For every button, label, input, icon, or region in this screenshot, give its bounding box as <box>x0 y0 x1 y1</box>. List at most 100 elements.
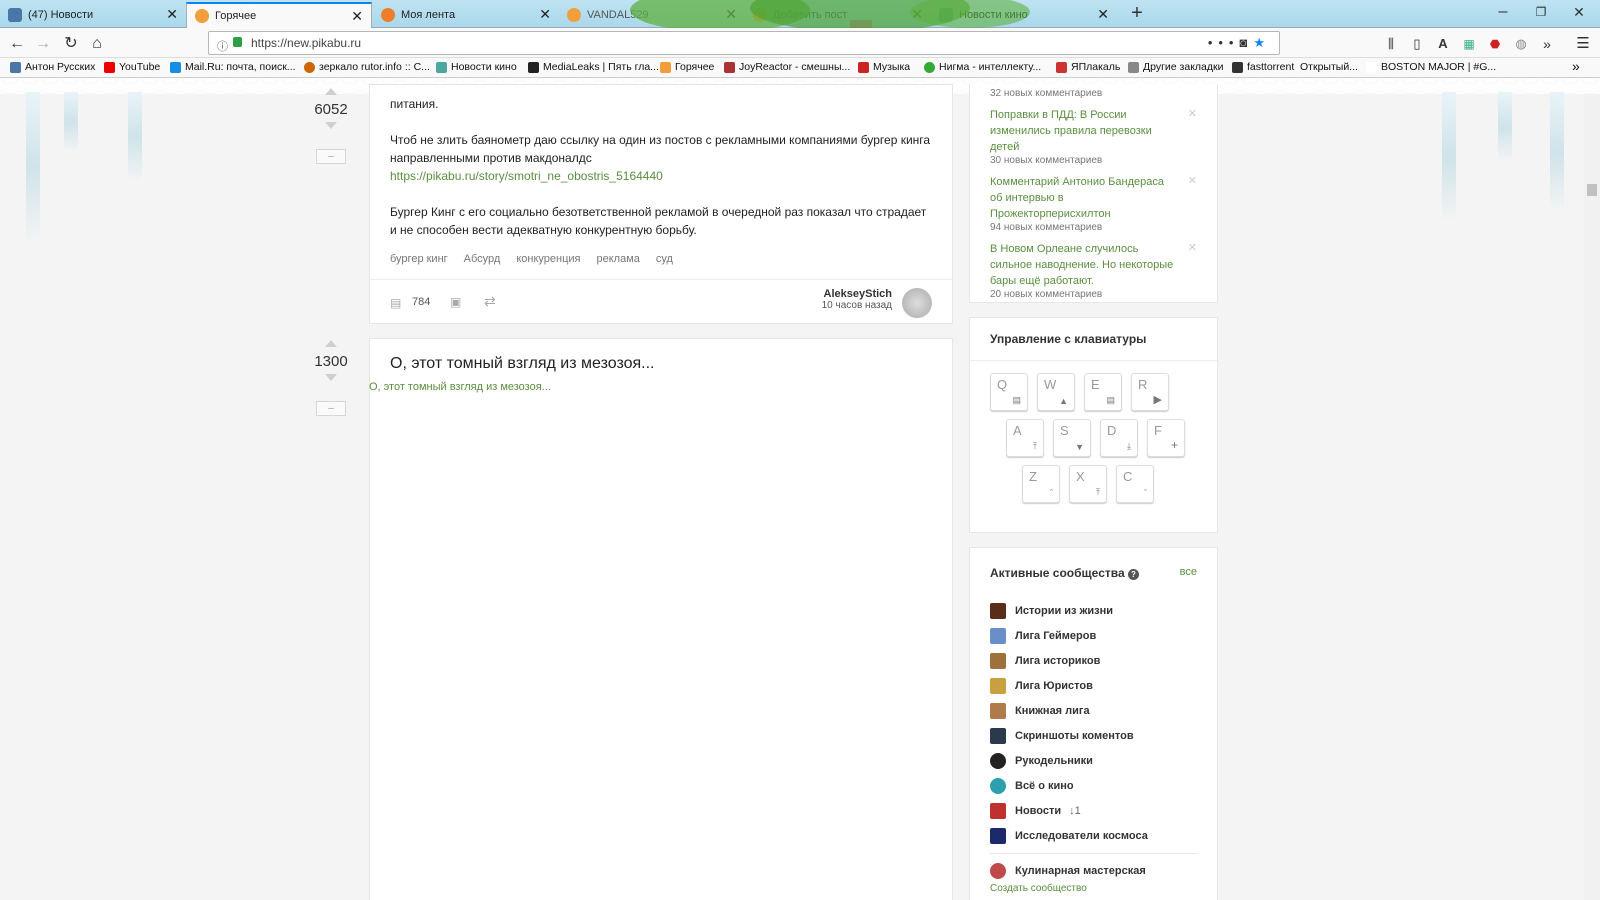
bookmark-medialeaks[interactable]: MediaLeaks | Пять гла... <box>528 61 659 73</box>
tab-add-post[interactable]: Добавить пост ✕ <box>745 2 931 28</box>
scrollbar-thumb[interactable] <box>1587 184 1597 196</box>
forward-button[interactable]: → <box>32 33 54 55</box>
key-d[interactable]: D ⤓ <box>1100 419 1138 457</box>
close-icon[interactable]: ✕ <box>911 7 923 21</box>
save-icon[interactable]: ▣ <box>450 295 461 309</box>
scrollbar[interactable] <box>1584 94 1600 900</box>
tab-vandal[interactable]: VANDAL529 ✕ <box>559 2 745 28</box>
upvote-icon[interactable] <box>325 340 337 347</box>
key-q[interactable]: Q ▤ <box>990 373 1028 411</box>
close-window-button[interactable]: ✕ <box>1568 1 1590 23</box>
tag[interactable]: суд <box>656 253 673 265</box>
downvote-icon[interactable] <box>325 374 337 381</box>
back-button[interactable]: ← <box>6 33 28 55</box>
community-item[interactable]: Лига историков <box>990 648 1197 673</box>
all-communities-link[interactable]: все <box>1180 566 1197 580</box>
font-icon[interactable]: A <box>1432 33 1454 55</box>
comments-icon[interactable]: ▤ <box>390 296 401 310</box>
key-z[interactable]: Zˆ <box>1022 465 1060 503</box>
bookmark-other[interactable]: Другие закладки <box>1128 61 1223 73</box>
community-item[interactable]: Истории из жизни <box>990 598 1197 623</box>
community-item[interactable]: Книжная лига <box>990 698 1197 723</box>
address-bar[interactable]: ⓘ https://new.pikabu.ru •••◙★ <box>208 31 1280 55</box>
share-icon[interactable]: ⇄ <box>484 293 496 310</box>
community-item[interactable]: Скриншоты коментов <box>990 723 1197 748</box>
tab-my-feed[interactable]: Моя лента ✕ <box>373 2 559 28</box>
post-link[interactable]: https://pikabu.ru/story/smotri_ne_obostr… <box>390 169 663 183</box>
news-link[interactable]: Комментарий Антонио Бандераса об интервь… <box>990 174 1179 222</box>
upvote-icon[interactable] <box>325 88 337 95</box>
bookmark-boston[interactable]: BOSTON MAJOR | #G... <box>1366 61 1496 73</box>
key-a[interactable]: A ⤒ <box>1006 419 1044 457</box>
key-e[interactable]: E ▤ <box>1084 373 1122 411</box>
community-item[interactable]: Рукодельники <box>990 748 1197 773</box>
tab-vk-news[interactable]: (47) Новости ✕ <box>0 2 186 28</box>
downvote-icon[interactable] <box>325 122 337 129</box>
avatar[interactable] <box>902 288 932 318</box>
bookmark-music[interactable]: Музыка <box>858 61 910 73</box>
community-item[interactable]: Исследователи космоса <box>990 823 1197 848</box>
help-icon[interactable]: ? <box>1127 569 1139 580</box>
bookmark-yaplakal[interactable]: ЯПлакаль <box>1056 61 1120 73</box>
bookmark-nigma[interactable]: Нигма - интеллекту... <box>924 61 1041 73</box>
extension-icon[interactable]: ▦ <box>1458 33 1480 55</box>
news-link[interactable]: В Новом Орлеане случилось сильное наводн… <box>990 241 1179 289</box>
tag[interactable]: бургер кинг <box>390 253 448 265</box>
more-icon[interactable]: ••• <box>1208 35 1240 50</box>
collapse-button[interactable]: – <box>316 149 346 164</box>
close-icon[interactable]: ✕ <box>725 7 737 21</box>
sidebar-icon[interactable]: ▯ <box>1406 33 1428 55</box>
community-item[interactable]: Кулинарная мастерская <box>990 858 1197 883</box>
globe-icon[interactable]: ◍ <box>1510 33 1532 55</box>
comments-count[interactable]: 784 <box>412 296 430 308</box>
home-button[interactable]: ⌂ <box>86 33 108 55</box>
close-icon[interactable]: ✕ <box>539 7 551 21</box>
bookmark-fasttorrent[interactable]: fasttorrent <box>1232 61 1294 73</box>
library-icon[interactable]: ⫼ <box>1380 33 1402 55</box>
key-s[interactable]: S ▼ <box>1053 419 1091 457</box>
community-item[interactable]: Новости ↓1 <box>990 798 1197 823</box>
community-item[interactable]: Лига Юристов <box>990 673 1197 698</box>
page-actions[interactable]: •••◙★ <box>1208 32 1271 54</box>
overflow-icon[interactable]: » <box>1536 33 1558 55</box>
tab-movie-news[interactable]: Новости кино ✕ <box>931 2 1117 28</box>
close-icon[interactable]: ✕ <box>166 7 178 21</box>
tag[interactable]: Абсурд <box>464 253 501 265</box>
star-icon[interactable]: ★ <box>1253 35 1271 50</box>
tag[interactable]: реклама <box>597 253 640 265</box>
close-icon[interactable]: ✕ <box>1188 107 1197 120</box>
post-image-alt[interactable]: О, этот томный взгляд из мезозоя... <box>369 381 952 393</box>
community-item[interactable]: Лига Геймеров <box>990 623 1197 648</box>
reload-button[interactable]: ↻ <box>60 33 82 55</box>
close-icon[interactable]: ✕ <box>1097 7 1109 21</box>
tag[interactable]: конкуренция <box>516 253 580 265</box>
key-f[interactable]: F + <box>1147 419 1185 457</box>
create-community-link[interactable]: Создать сообщество <box>990 883 1197 894</box>
key-c[interactable]: Cˇ <box>1116 465 1154 503</box>
bookmark-vk[interactable]: Антон Русских <box>10 61 95 73</box>
community-item[interactable]: Всё о кино <box>990 773 1197 798</box>
key-w[interactable]: W ▲ <box>1037 373 1075 411</box>
info-icon[interactable]: ⓘ <box>217 36 228 58</box>
bookmark-hot[interactable]: Горячее <box>660 61 714 73</box>
close-icon[interactable]: ✕ <box>1188 174 1197 187</box>
close-icon[interactable]: ✕ <box>351 9 363 23</box>
pocket-icon[interactable]: ◙ <box>1239 35 1253 50</box>
bookmark-mailru[interactable]: Mail.Ru: почта, поиск... <box>170 61 296 73</box>
menu-icon[interactable]: ☰ <box>1572 33 1594 55</box>
bookmark-youtube[interactable]: YouTube <box>104 61 160 73</box>
tab-hot[interactable]: Горячее ✕ <box>186 2 372 28</box>
bookmark-kino[interactable]: Новости кино <box>436 61 517 73</box>
post-title[interactable]: О, этот томный взгляд из мезозоя... <box>370 339 952 373</box>
collapse-button[interactable]: – <box>316 401 346 416</box>
key-r[interactable]: R ▶ <box>1131 373 1169 411</box>
news-link[interactable]: Поправки в ПДД: В России изменились прав… <box>990 107 1179 155</box>
bookmarks-overflow-icon[interactable]: » <box>1572 58 1580 74</box>
close-icon[interactable]: ✕ <box>1188 241 1197 254</box>
key-x[interactable]: X ⤒ <box>1069 465 1107 503</box>
bookmark-rutor[interactable]: зеркало rutor.info :: С... <box>304 61 430 73</box>
adblock-icon[interactable]: ⬣ <box>1484 33 1506 55</box>
bookmark-joyreactor[interactable]: JoyReactor - смешны... <box>724 61 850 73</box>
restore-button[interactable]: ❐ <box>1530 1 1552 23</box>
author-name[interactable]: AlekseyStich <box>822 288 892 300</box>
